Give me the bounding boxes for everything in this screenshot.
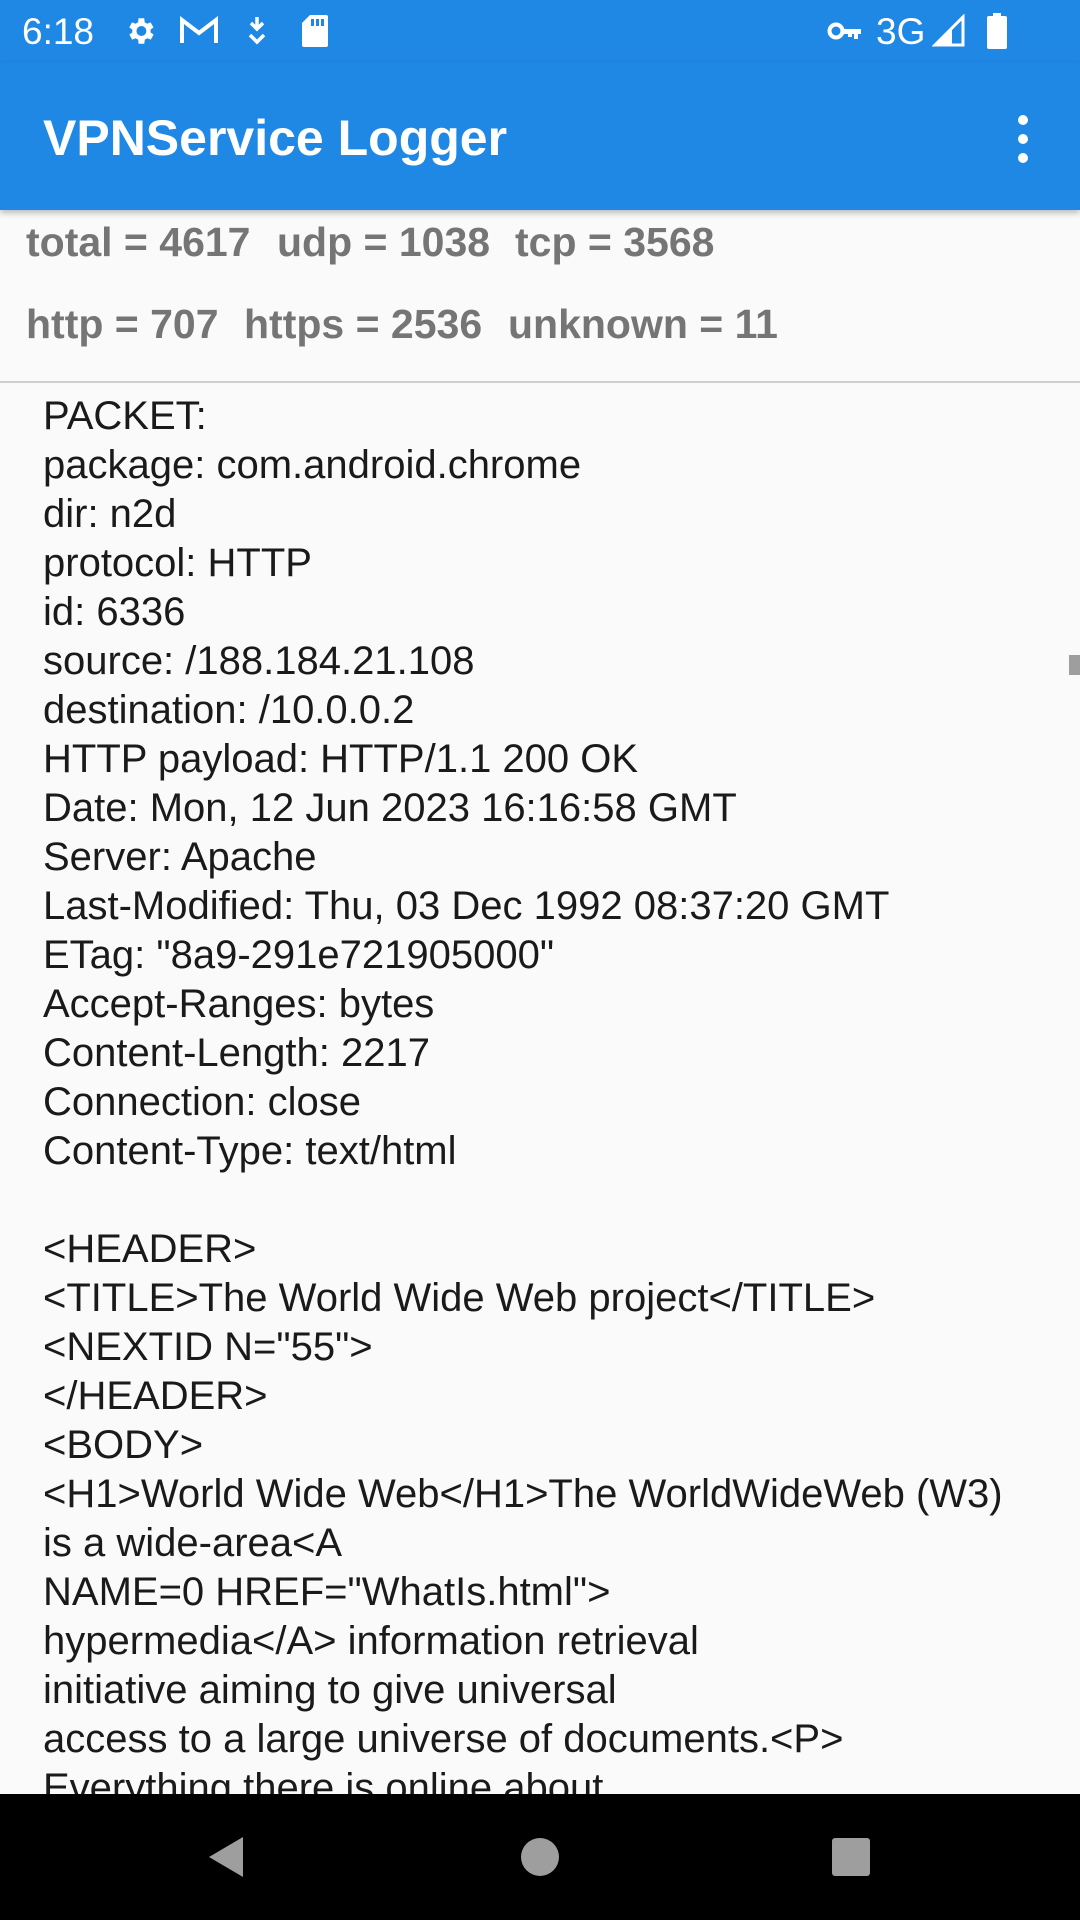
status-time: 6:18 [22, 11, 95, 52]
stats-panel: total = 4617 udp = 1038 tcp = 3568 http … [0, 210, 1080, 382]
app-bar: VPNService Logger [0, 63, 1080, 210]
gear-icon [122, 14, 158, 48]
sd-card-icon [300, 14, 330, 48]
gmail-icon [178, 14, 220, 48]
stat-unknown: unknown = 11 [508, 301, 778, 347]
network-type: 3G [876, 11, 926, 52]
stat-https: https = 2536 [244, 301, 483, 347]
stat-tcp: tcp = 3568 [515, 219, 715, 265]
status-bar: 6:18 3G [0, 0, 1080, 63]
app-screen: 6:18 3G VPNService Logger total = 4617 u… [0, 0, 1080, 1920]
vpn-key-icon [826, 14, 864, 48]
stat-udp: udp = 1038 [277, 219, 491, 265]
divider [0, 381, 1080, 383]
navigation-bar [0, 1794, 1080, 1920]
more-vert-icon[interactable] [1000, 107, 1046, 171]
home-icon[interactable] [507, 1824, 573, 1890]
stat-total: total = 4617 [26, 219, 251, 265]
app-title: VPNService Logger [43, 110, 508, 166]
download-icon [244, 14, 270, 48]
stat-http: http = 707 [26, 301, 219, 347]
packet-log[interactable]: PACKET: package: com.android.chrome dir:… [0, 384, 1080, 1794]
scrollbar-thumb[interactable] [1069, 655, 1080, 675]
signal-icon [932, 14, 966, 48]
recents-icon[interactable] [818, 1824, 884, 1890]
packet-log-text: PACKET: package: com.android.chrome dir:… [43, 394, 1003, 1794]
back-icon[interactable] [192, 1824, 258, 1890]
battery-icon [984, 13, 1010, 49]
